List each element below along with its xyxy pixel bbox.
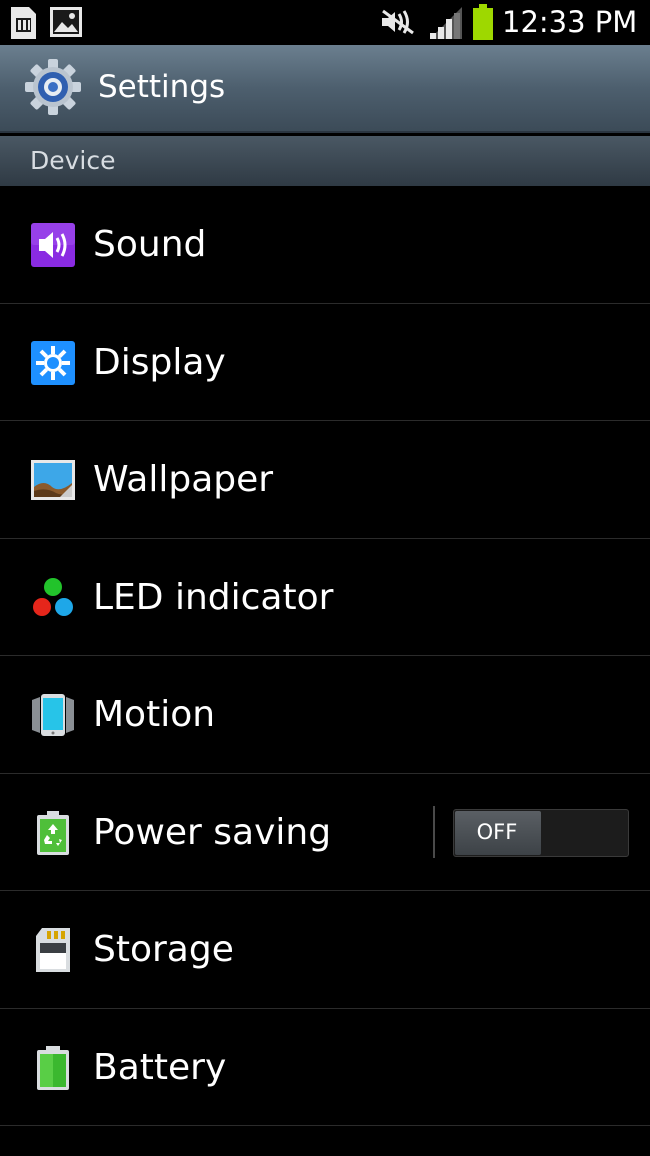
settings-item-motion[interactable]: Motion: [0, 656, 650, 774]
settings-item-label: Sound: [93, 224, 207, 265]
status-bar: 12:33 PM: [0, 0, 650, 45]
sound-icon: [30, 222, 76, 268]
settings-item-label: Wallpaper: [93, 459, 274, 500]
sim-card-icon: [8, 6, 38, 44]
settings-item-led-indicator[interactable]: LED indicator: [0, 539, 650, 656]
battery-icon: [472, 4, 494, 44]
motion-icon: [30, 692, 76, 738]
settings-item-label: Motion: [93, 694, 216, 735]
battery-icon: [30, 1045, 76, 1091]
settings-item-label: Power saving: [93, 811, 332, 853]
action-bar: Settings: [0, 45, 650, 133]
settings-list: Sound Display Wallpaper LED indicator Mo…: [0, 186, 650, 1126]
status-time: 12:33 PM: [502, 5, 638, 39]
section-header-device: Device: [0, 136, 650, 186]
settings-item-wallpaper[interactable]: Wallpaper: [0, 421, 650, 539]
settings-item-power-saving[interactable]: Power saving OFF: [0, 774, 650, 891]
display-icon: [30, 340, 76, 386]
settings-item-label: LED indicator: [93, 576, 334, 618]
section-title: Device: [30, 146, 116, 175]
settings-item-display[interactable]: Display: [0, 304, 650, 421]
item-divider: [433, 805, 435, 858]
page-title: Settings: [98, 69, 226, 105]
settings-gear-icon[interactable]: [24, 58, 82, 120]
settings-item-label: Storage: [93, 929, 234, 970]
toggle-state-label: OFF: [476, 819, 518, 844]
power-saving-icon: [30, 810, 76, 856]
power-saving-toggle[interactable]: OFF: [453, 808, 629, 857]
settings-item-label: Battery: [93, 1046, 227, 1088]
settings-item-label: Display: [93, 341, 226, 383]
settings-item-storage[interactable]: Storage: [0, 891, 650, 1009]
settings-item-battery[interactable]: Battery: [0, 1009, 650, 1126]
wallpaper-icon: [30, 457, 76, 503]
storage-icon: [30, 927, 76, 973]
settings-item-sound[interactable]: Sound: [0, 186, 650, 304]
gallery-icon: [49, 6, 83, 42]
signal-icon: [428, 5, 464, 45]
led-indicator-icon: [30, 575, 76, 621]
mute-icon: [380, 9, 416, 39]
